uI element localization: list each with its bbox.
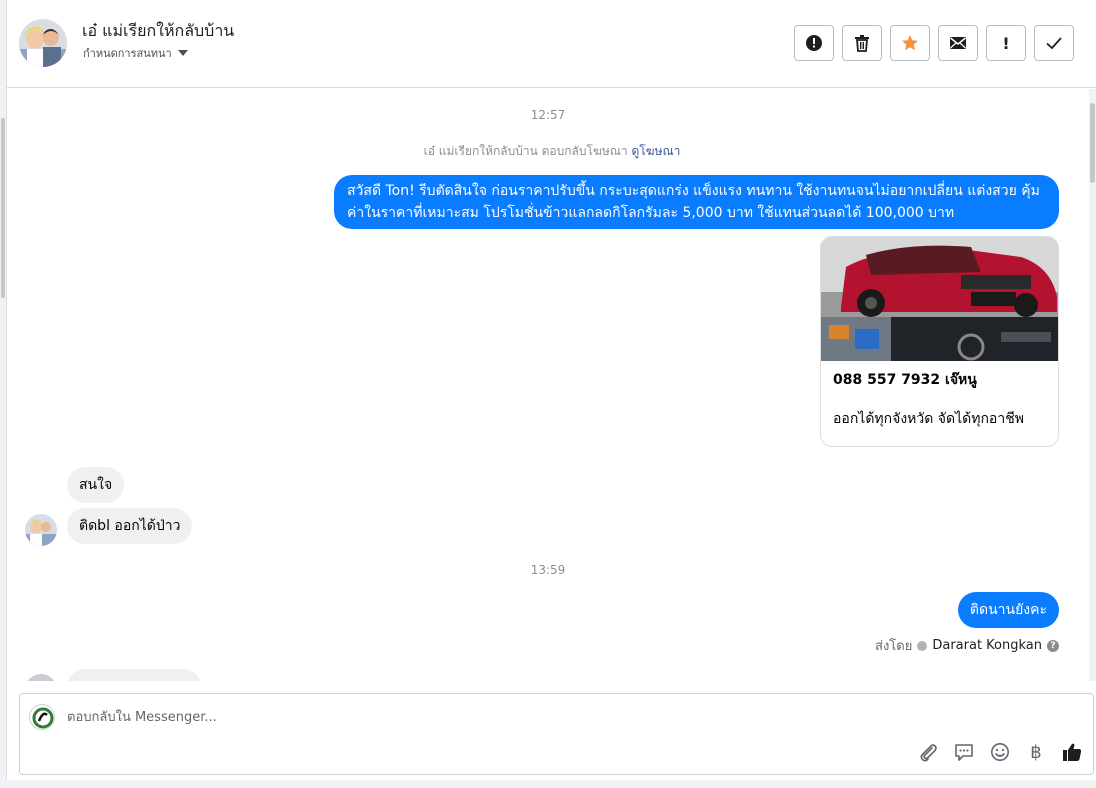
thumbs-up-icon (1063, 743, 1082, 761)
payment-button[interactable]: ฿ (1025, 741, 1047, 763)
timestamp: 12:57 (530, 108, 566, 122)
timestamp: 13:59 (530, 563, 566, 577)
agent-dot-icon (917, 640, 928, 651)
ad-card-title: 088 557 7932 เจ๊หนู (833, 372, 977, 388)
like-button[interactable] (1061, 741, 1083, 763)
ad-card-description: ออกได้ทุกจังหวัด จัดได้ทุกอาชีพ (833, 411, 1024, 427)
composer-tools: ฿ (917, 741, 1083, 763)
star-icon (902, 35, 918, 51)
ad-reply-text: เอ๋ แม่เรียกให้กลับบ้าน ตอบกลับโฆษณา (423, 144, 628, 158)
alert-circle-icon (806, 35, 822, 51)
star-button[interactable] (890, 25, 930, 61)
left-scrollbar-thumb[interactable] (1, 118, 5, 298)
sent-by-info: ส่งโดย Dararat Kongkan ? (875, 635, 1059, 656)
spam-button[interactable] (794, 25, 834, 61)
exclamation-icon: ! (1002, 33, 1010, 53)
ad-card[interactable]: 088 557 7932 เจ๊หนู ออกได้ทุกจังหวัด จัด… (820, 236, 1059, 447)
conversation-header: เอ๋ แม่เรียกให้กลับบ้าน กำหนดการสนทนา ! (7, 0, 1096, 88)
saved-replies-button[interactable] (953, 741, 975, 763)
sent-by-label: ส่งโดย (875, 639, 913, 654)
baht-icon: ฿ (1030, 741, 1042, 763)
smile-icon (991, 743, 1009, 761)
contact-name: เอ๋ แม่เรียกให้กลับบ้าน (82, 21, 235, 40)
outgoing-message[interactable]: ติดนานยังคะ (957, 592, 1059, 628)
assign-conversation-label: กำหนดการสนทนา (83, 47, 172, 60)
message-scrollbar[interactable] (1089, 89, 1096, 681)
message-composer: ฿ (19, 693, 1094, 775)
trash-icon (855, 35, 869, 52)
mark-done-button[interactable] (1034, 25, 1074, 61)
contact-avatar-small[interactable] (25, 514, 57, 546)
chat-bubble-icon (955, 744, 973, 761)
help-icon[interactable]: ? (1047, 639, 1059, 652)
delete-button[interactable] (842, 25, 882, 61)
incoming-message (67, 669, 201, 681)
incoming-message[interactable]: ติดbl ออกได้ป่าว (67, 508, 193, 544)
assign-conversation-dropdown[interactable]: กำหนดการสนทนา (83, 44, 188, 62)
envelope-icon (950, 37, 966, 49)
check-icon (1046, 37, 1062, 50)
messenger-inbox: เอ๋ แม่เรียกให้กลับบ้าน กำหนดการสนทนา ! (0, 0, 1096, 788)
mark-unread-button[interactable] (938, 25, 978, 61)
bottom-edge (0, 780, 1096, 788)
emoji-button[interactable] (989, 741, 1011, 763)
message-list[interactable]: 12:57 เอ๋ แม่เรียกให้กลับบ้าน ตอบกลับโฆษ… (7, 89, 1089, 681)
caret-down-icon (177, 50, 188, 56)
left-scrollbar[interactable] (0, 0, 7, 788)
contact-avatar-small (25, 674, 57, 681)
follow-up-button[interactable]: ! (986, 25, 1026, 61)
message-scrollbar-thumb[interactable] (1090, 103, 1095, 183)
reply-input[interactable] (67, 706, 867, 728)
contact-avatar[interactable] (19, 19, 67, 67)
ad-card-image (821, 237, 1058, 361)
paperclip-icon (920, 744, 937, 762)
page-avatar (29, 704, 55, 730)
attach-button[interactable] (917, 741, 939, 763)
outgoing-message[interactable]: สวัสดี Ton! รีบตัดสินใจ ก่อนราคาปรับขึ้น… (334, 175, 1059, 229)
header-actions: ! (794, 25, 1074, 61)
ad-reply-note: เอ๋ แม่เรียกให้กลับบ้าน ตอบกลับโฆษณา ดูโ… (7, 142, 1089, 161)
sent-by-name[interactable]: Dararat Kongkan (932, 638, 1042, 653)
incoming-message[interactable]: สนใจ (67, 467, 125, 503)
view-ad-link[interactable]: ดูโฆษณา (631, 144, 680, 158)
